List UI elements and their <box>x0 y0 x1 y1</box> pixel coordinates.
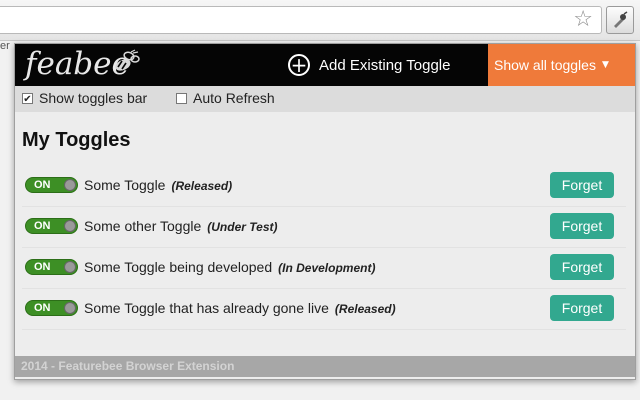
toggle-label: Some Toggle that has already gone live (R… <box>84 300 396 316</box>
feabee-popup: feabee + Add Existing Toggle Show all to… <box>14 43 636 380</box>
toggle-label: Some Toggle being developed (In Developme… <box>84 259 375 275</box>
toggle-name: Some other Toggle <box>84 218 202 234</box>
extension-button[interactable] <box>606 6 634 34</box>
auto-refresh-checkbox[interactable] <box>176 92 187 104</box>
toggle-switch[interactable]: ON <box>25 300 78 316</box>
toggle-row: ON Some other Toggle (Under Test) Forget <box>22 206 626 248</box>
caret-down-icon: ▼ <box>601 60 609 70</box>
plus-circle-icon: + <box>288 54 310 76</box>
toggle-row: ON Some Toggle being developed (In Develo… <box>22 247 626 289</box>
switch-knob <box>64 179 76 191</box>
toggle-label: Some other Toggle (Under Test) <box>84 218 278 234</box>
popup-footer: 2014 - Featurebee Browser Extension <box>15 356 635 377</box>
background-page-fragment: er <box>0 40 10 52</box>
options-bar: ✔ Show toggles bar Auto Refresh <box>15 86 635 112</box>
toggle-status: (Released) <box>171 179 233 193</box>
toggle-status: (In Development) <box>278 261 376 275</box>
show-all-toggles-label: Show all toggles <box>494 57 596 73</box>
popup-header: feabee + Add Existing Toggle Show all to… <box>15 44 635 86</box>
show-toggles-bar-option[interactable]: ✔ Show toggles bar <box>22 90 147 106</box>
browser-toolbar: ☆ <box>0 0 640 41</box>
toggle-switch[interactable]: ON <box>25 259 78 275</box>
switch-knob <box>64 220 76 232</box>
toggle-name: Some Toggle being developed <box>84 259 273 275</box>
switch-state-label: ON <box>34 261 51 273</box>
toggle-switch[interactable]: ON <box>25 177 78 193</box>
toggle-switch[interactable]: ON <box>25 218 78 234</box>
show-all-toggles-dropdown[interactable]: Show all toggles ▼ <box>488 44 635 86</box>
auto-refresh-option[interactable]: Auto Refresh <box>176 90 275 106</box>
switch-knob <box>64 302 76 314</box>
toggle-status: (Under Test) <box>207 220 278 234</box>
auto-refresh-label: Auto Refresh <box>193 90 275 106</box>
forget-button[interactable]: Forget <box>550 213 614 239</box>
switch-state-label: ON <box>34 179 51 191</box>
show-toggles-bar-label: Show toggles bar <box>39 90 148 106</box>
toggle-name: Some Toggle that has already gone live <box>84 300 329 316</box>
forget-button[interactable]: Forget <box>550 254 614 280</box>
toggle-name: Some Toggle <box>84 177 166 193</box>
my-toggles-heading: My Toggles <box>22 129 131 151</box>
add-existing-toggle-button[interactable]: + Add Existing Toggle <box>288 52 450 78</box>
star-icon[interactable]: ☆ <box>573 8 593 32</box>
toggle-label: Some Toggle (Released) <box>84 177 232 193</box>
bee-icon <box>115 49 140 71</box>
address-bar[interactable]: ☆ <box>0 6 602 34</box>
toggle-status: (Released) <box>334 302 396 316</box>
show-toggles-bar-checkbox[interactable]: ✔ <box>22 92 33 105</box>
switch-state-label: ON <box>34 302 51 314</box>
forget-button[interactable]: Forget <box>550 295 614 321</box>
switch-state-label: ON <box>34 220 51 232</box>
feabee-extension-icon <box>614 11 628 28</box>
toggle-row: ON Some Toggle (Released) Forget <box>22 165 626 207</box>
toggle-row: ON Some Toggle that has already gone liv… <box>22 288 626 330</box>
add-existing-toggle-label: Add Existing Toggle <box>319 56 451 74</box>
forget-button[interactable]: Forget <box>550 172 614 198</box>
switch-knob <box>64 261 76 273</box>
